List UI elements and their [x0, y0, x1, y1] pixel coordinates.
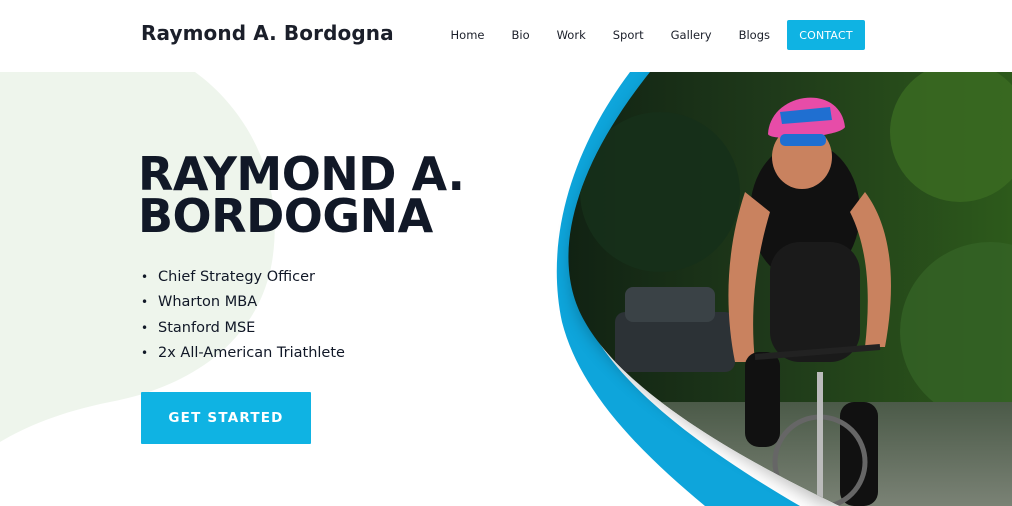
main-nav: Home Bio Work Sport Gallery Blogs [451, 20, 770, 50]
bullet-icon: • [141, 346, 149, 361]
bullet-text: Wharton MBA [158, 294, 258, 311]
list-item: • Chief Strategy Officer [141, 264, 345, 290]
contact-button[interactable]: CONTACT [787, 20, 865, 50]
list-item: • Stanford MSE [141, 315, 345, 341]
site-brand[interactable]: Raymond A. Bordogna [141, 21, 394, 45]
bullet-icon: • [141, 320, 149, 335]
hero-section: RAYMOND A. BORDOGNA • Chief Strategy Off… [0, 72, 1012, 506]
bullet-text: 2x All-American Triathlete [158, 345, 345, 362]
nav-sport[interactable]: Sport [613, 28, 644, 42]
get-started-button[interactable]: GET STARTED [141, 392, 311, 444]
bullet-icon: • [141, 269, 149, 284]
nav-blogs[interactable]: Blogs [739, 28, 770, 42]
list-item: • 2x All-American Triathlete [141, 341, 345, 367]
list-item: • Wharton MBA [141, 290, 345, 316]
nav-work[interactable]: Work [557, 28, 586, 42]
nav-home[interactable]: Home [451, 28, 485, 42]
hero-title: RAYMOND A. BORDOGNA [138, 147, 465, 243]
bullet-icon: • [141, 295, 149, 310]
credentials-list: • Chief Strategy Officer • Wharton MBA •… [141, 264, 345, 366]
bullet-text: Stanford MSE [158, 319, 256, 336]
nav-bio[interactable]: Bio [511, 28, 529, 42]
bullet-text: Chief Strategy Officer [158, 268, 316, 285]
cyclist-photo [556, 72, 1012, 506]
nav-gallery[interactable]: Gallery [671, 28, 712, 42]
site-header: Raymond A. Bordogna Home Bio Work Sport … [0, 0, 1012, 72]
